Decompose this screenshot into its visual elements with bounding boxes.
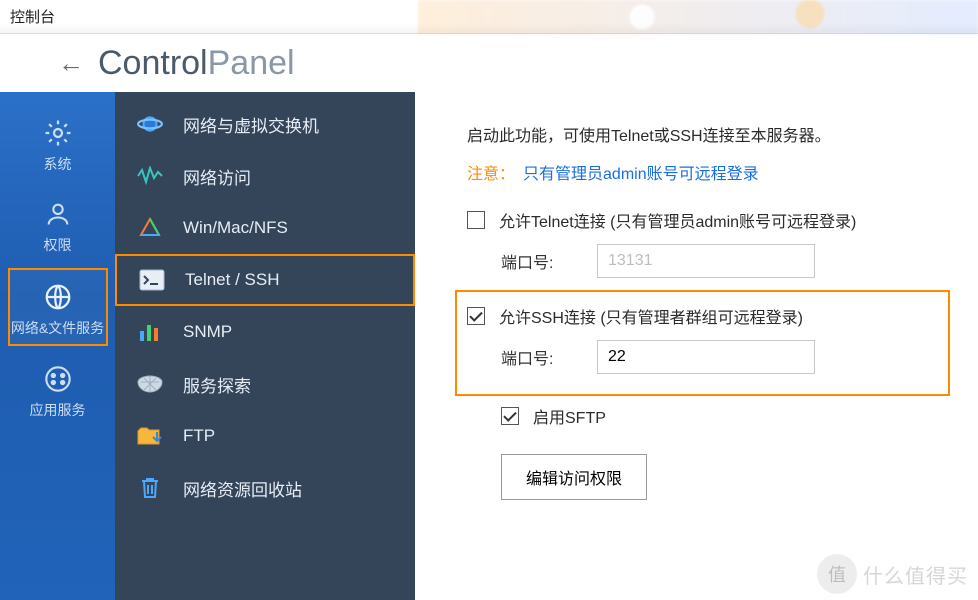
nav2-label: Win/Mac/NFS	[183, 218, 288, 238]
secondary-nav: 网络与虚拟交换机 网络访问 Win/Mac/NFS Telnet / SSH S…	[115, 92, 415, 600]
nav-label: 网络&文件服务	[11, 320, 104, 337]
nav-network-file[interactable]: 网络&文件服务	[8, 268, 108, 347]
nav2-vswitch[interactable]: 网络与虚拟交换机	[115, 98, 415, 150]
folder-transfer-icon	[135, 421, 165, 451]
sftp-label: 启用SFTP	[533, 404, 606, 428]
globe-icon	[41, 280, 75, 314]
nav2-label: 网络资源回收站	[183, 476, 302, 501]
bars-icon	[135, 317, 165, 347]
telnet-port-input	[597, 244, 815, 278]
watermark-badge-icon: 值	[817, 554, 857, 594]
nav-label: 应用服务	[30, 402, 86, 419]
telnet-label: 允许Telnet连接 (只有管理员admin账号可远程登录)	[499, 208, 856, 232]
gear-icon	[41, 116, 75, 150]
sftp-checkbox[interactable]	[501, 407, 519, 425]
nav2-label: SNMP	[183, 322, 232, 342]
shell-icon	[135, 369, 165, 399]
ssh-label: 允许SSH连接 (只有管理者群组可远程登录)	[499, 304, 803, 328]
planet-icon	[135, 109, 165, 139]
ssh-checkbox[interactable]	[467, 307, 485, 325]
nav-permission[interactable]: 权限	[8, 187, 108, 262]
nav2-label: Telnet / SSH	[185, 270, 280, 290]
trash-icon	[135, 473, 165, 503]
nav2-label: 网络访问	[183, 164, 251, 189]
telnet-checkbox[interactable]	[467, 211, 485, 229]
telnet-row: 允许Telnet连接 (只有管理员admin账号可远程登录)	[467, 208, 938, 232]
nav2-discover[interactable]: 服务探索	[115, 358, 415, 410]
terminal-icon	[137, 265, 167, 295]
nav2-ftp[interactable]: FTP	[115, 410, 415, 462]
ssh-port-input[interactable]	[597, 340, 815, 374]
grid-icon	[41, 362, 75, 396]
watermark-text: 什么值得买	[863, 560, 968, 589]
notice-line: 注意：只有管理员admin账号可远程登录	[467, 160, 938, 184]
window-title-bar: 控制台	[0, 0, 978, 34]
nav2-label: 网络与虚拟交换机	[183, 112, 319, 137]
app-title: ControlPanel	[98, 44, 295, 83]
nav2-winmacnfs[interactable]: Win/Mac/NFS	[115, 202, 415, 254]
notice-link[interactable]: 只有管理员admin账号可远程登录	[523, 166, 759, 183]
ssh-port-label: 端口号:	[501, 345, 597, 369]
nav2-recycle[interactable]: 网络资源回收站	[115, 462, 415, 514]
watermark: 值 什么值得买	[817, 554, 968, 594]
feature-description: 启动此功能，可使用Telnet或SSH连接至本服务器。	[467, 122, 938, 146]
telnet-port-label: 端口号:	[501, 249, 597, 273]
nav2-label: 服务探索	[183, 372, 251, 397]
app-header: ← ControlPanel	[0, 34, 978, 92]
user-icon	[41, 197, 75, 231]
window-title: 控制台	[10, 9, 55, 26]
nav-app-service[interactable]: 应用服务	[8, 352, 108, 427]
nav-label: 权限	[44, 237, 72, 254]
nav2-snmp[interactable]: SNMP	[115, 306, 415, 358]
edit-access-button[interactable]: 编辑访问权限	[501, 454, 647, 500]
triangle-icon	[135, 213, 165, 243]
back-button[interactable]: ←	[58, 48, 84, 79]
nav-label: 系统	[44, 156, 72, 173]
primary-nav: 系统 权限 网络&文件服务 应用服务	[0, 92, 115, 600]
nav2-netaccess[interactable]: 网络访问	[115, 150, 415, 202]
nav-system[interactable]: 系统	[8, 106, 108, 181]
ssh-highlight: 允许SSH连接 (只有管理者群组可远程登录) 端口号:	[455, 290, 950, 396]
nav2-telnet-ssh[interactable]: Telnet / SSH	[115, 254, 415, 306]
content-pane: 启动此功能，可使用Telnet或SSH连接至本服务器。 注意：只有管理员admi…	[415, 92, 978, 600]
nav2-label: FTP	[183, 426, 215, 446]
pulse-icon	[135, 161, 165, 191]
